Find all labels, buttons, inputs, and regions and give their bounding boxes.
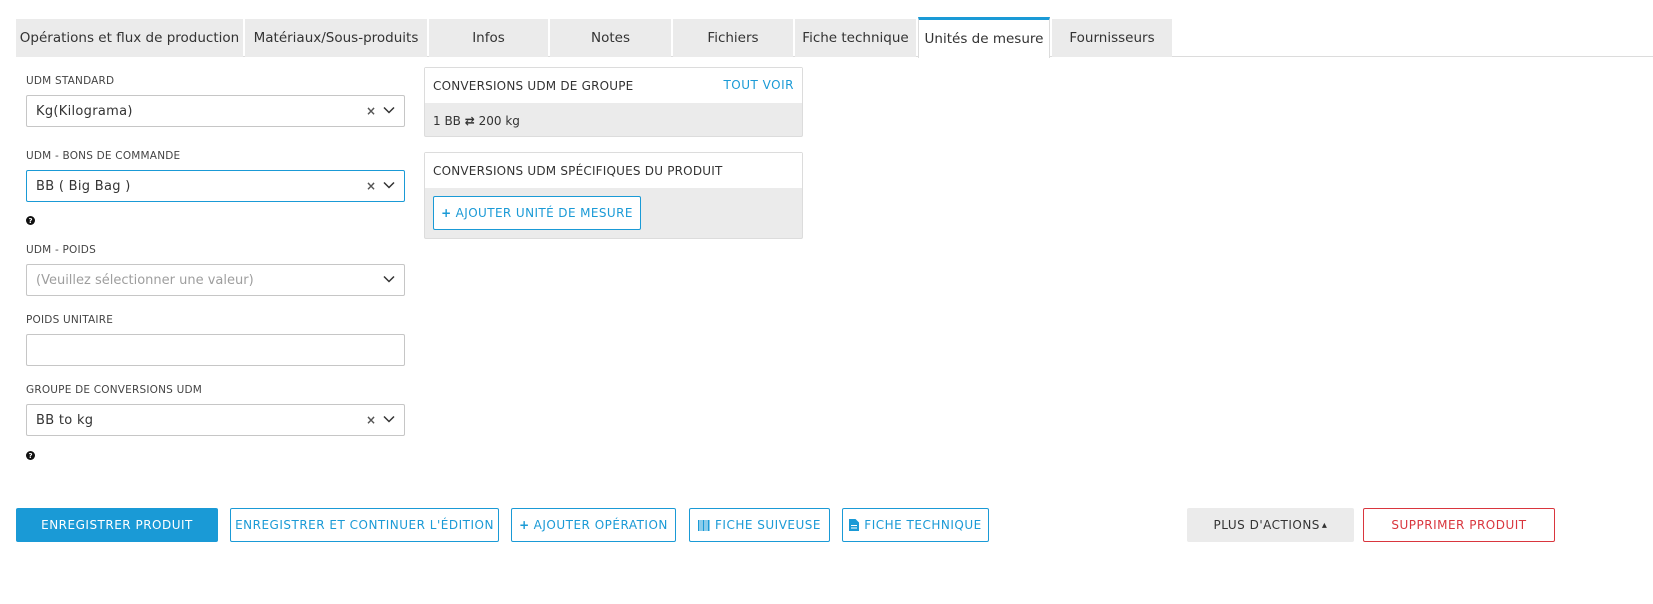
product-conversions-title: CONVERSIONS UDM SPÉCIFIQUES DU PRODUIT [425,153,802,188]
conversion-group-value: BB to kg [36,412,94,428]
product-conversions-panel: CONVERSIONS UDM SPÉCIFIQUES DU PRODUIT +… [424,152,803,239]
plus-icon: + [519,518,530,532]
group-conversions-panel: CONVERSIONS UDM DE GROUPE TOUT VOIR 1 BB… [424,67,803,137]
more-actions-label: PLUS D'ACTIONS [1213,518,1320,532]
delete-product-button[interactable]: SUPPRIMER PRODUIT [1363,508,1555,542]
save-and-continue-button[interactable]: ENREGISTRER ET CONTINUER L'ÉDITION [230,508,499,542]
tracking-sheet-button[interactable]: FICHE SUIVEUSE [689,508,830,542]
tracking-sheet-label: FICHE SUIVEUSE [715,518,821,532]
add-unit-of-measure-button[interactable]: + AJOUTER UNITÉ DE MESURE [433,196,641,230]
po-uom-select[interactable]: BB ( Big Bag ) × [26,170,405,202]
file-icon [849,519,860,531]
help-icon[interactable]: ? [26,216,35,225]
delete-product-label: SUPPRIMER PRODUIT [1391,518,1527,532]
plus-icon: + [441,206,452,220]
chevron-down-icon[interactable] [382,272,396,286]
tab-notes[interactable]: Notes [550,19,671,57]
chevron-down-icon[interactable] [382,178,396,192]
weight-uom-select[interactable]: (Veuillez sélectionner une valeur) [26,264,405,296]
tech-sheet-button[interactable]: FICHE TECHNIQUE [842,508,989,542]
tab-infos[interactable]: Infos [429,19,548,57]
clear-icon[interactable]: × [366,104,376,118]
clear-icon[interactable]: × [366,179,376,193]
conversion-group-select[interactable]: BB to kg × [26,404,405,436]
weight-uom-label: UDM - POIDS [26,244,96,256]
help-icon[interactable]: ? [26,451,35,460]
tab-tech-sheet[interactable]: Fiche technique [795,19,916,57]
add-operation-label: AJOUTER OPÉRATION [533,518,668,532]
tab-units-of-measure[interactable]: Unités de mesure [918,17,1050,58]
view-all-link[interactable]: TOUT VOIR [723,78,794,92]
standard-uom-select[interactable]: Kg(Kilograma) × [26,95,405,127]
tab-bar: Opérations et flux de production Matéria… [16,17,1653,58]
po-uom-label: UDM - BONS DE COMMANDE [26,150,181,162]
add-operation-button[interactable]: + AJOUTER OPÉRATION [511,508,676,542]
clear-icon[interactable]: × [366,413,376,427]
save-product-button[interactable]: ENREGISTRER PRODUIT [16,508,218,542]
more-actions-button[interactable]: PLUS D'ACTIONS ▴ [1187,508,1354,542]
swap-arrows-icon: ⇄ [464,114,475,128]
tab-operations[interactable]: Opérations et flux de production [16,19,243,57]
conversion-from: 1 BB [433,114,461,128]
conversion-group-label: GROUPE DE CONVERSIONS UDM [26,384,203,396]
chevron-down-icon[interactable] [382,103,396,117]
standard-uom-label: UDM STANDARD [26,75,115,87]
po-uom-value: BB ( Big Bag ) [36,178,131,194]
tech-sheet-label: FICHE TECHNIQUE [864,518,982,532]
barcode-icon [698,519,710,531]
tab-suppliers[interactable]: Fournisseurs [1052,19,1172,57]
add-unit-label: AJOUTER UNITÉ DE MESURE [455,206,633,220]
conversion-row: 1 BB ⇄ 200 kg [425,103,802,139]
conversion-to: 200 kg [478,114,520,128]
tab-files[interactable]: Fichiers [673,19,793,57]
caret-up-icon: ▴ [1321,519,1328,531]
save-and-continue-label: ENREGISTRER ET CONTINUER L'ÉDITION [235,518,494,532]
unit-weight-input[interactable] [26,334,405,366]
tab-materials[interactable]: Matériaux/Sous-produits [245,19,427,57]
standard-uom-value: Kg(Kilograma) [36,103,133,119]
save-product-label: ENREGISTRER PRODUIT [41,518,193,532]
unit-weight-label: POIDS UNITAIRE [26,314,114,326]
weight-uom-placeholder: (Veuillez sélectionner une valeur) [36,272,254,288]
chevron-down-icon[interactable] [382,412,396,426]
